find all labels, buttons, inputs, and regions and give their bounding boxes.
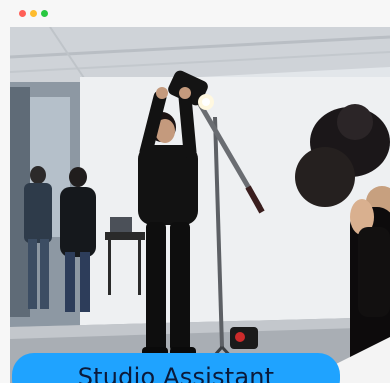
studio-photo xyxy=(10,27,390,383)
close-button[interactable] xyxy=(19,10,26,17)
maximize-button[interactable] xyxy=(41,10,48,17)
minimize-button[interactable] xyxy=(30,10,37,17)
job-title-label: Studio Assistant xyxy=(77,363,275,383)
app-window: Studio Assistant xyxy=(0,0,390,383)
job-title-badge[interactable]: Studio Assistant xyxy=(12,353,340,383)
title-bar xyxy=(0,0,390,27)
studio-photo-illustration xyxy=(10,27,390,383)
